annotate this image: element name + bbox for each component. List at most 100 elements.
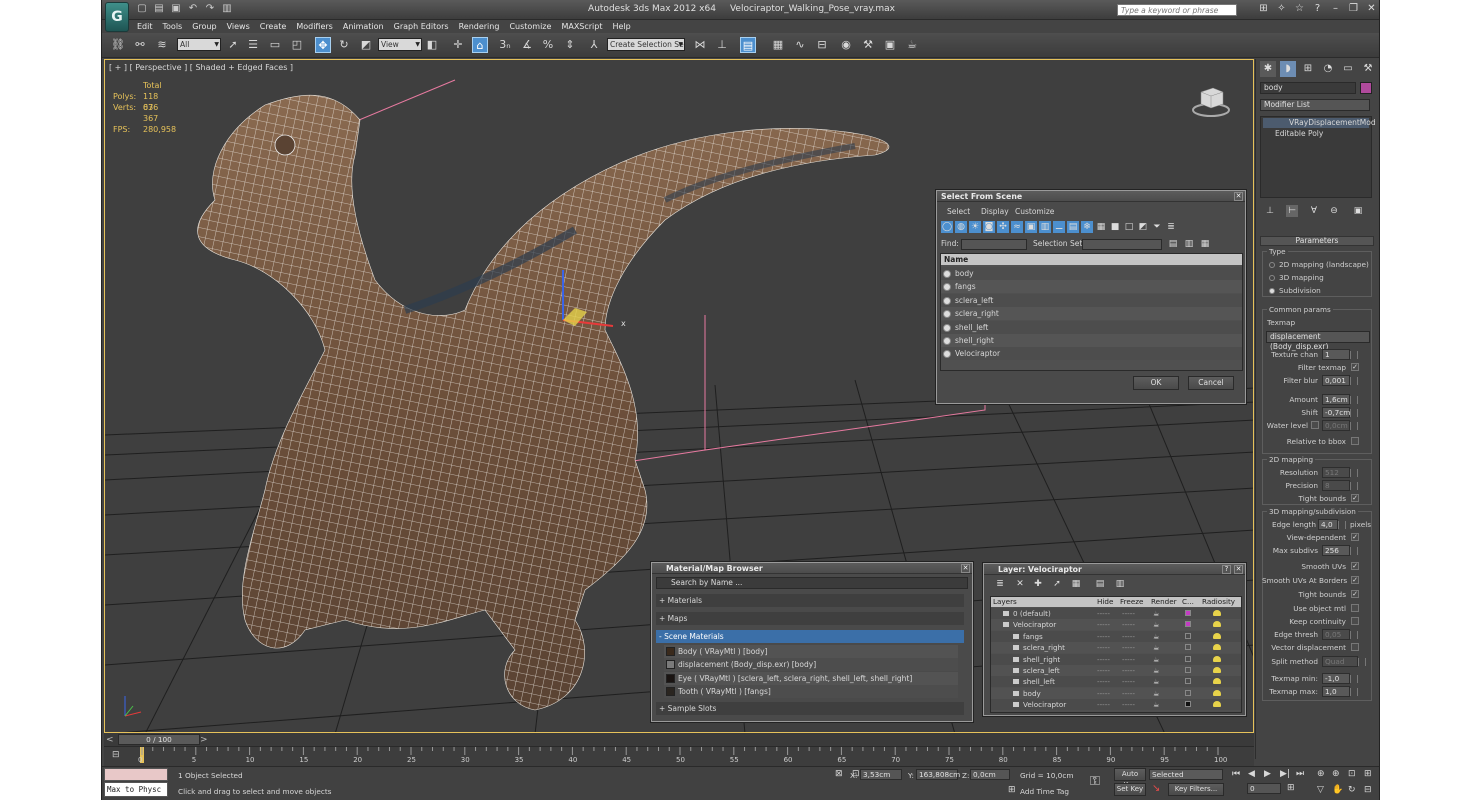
angle-snap-icon[interactable]: ∡ <box>519 37 535 53</box>
layer-row[interactable]: Velociraptor ----- ----- ☕ <box>991 619 1241 631</box>
col-color[interactable]: C... <box>1182 597 1194 607</box>
zoom-icon[interactable]: ⊕ <box>1317 769 1325 779</box>
time-configuration-icon[interactable]: ⊞ <box>1287 783 1295 793</box>
window-crossing-icon[interactable]: ◰ <box>289 37 305 53</box>
freeze-toggle[interactable]: ----- <box>1122 631 1135 642</box>
col-render[interactable]: Render <box>1151 597 1177 607</box>
select-by-name-icon[interactable]: ☰ <box>245 37 261 53</box>
zoom-extents-icon[interactable]: ⊡ <box>1348 769 1356 779</box>
help-icon[interactable]: ? <box>1312 3 1323 15</box>
radiosity-bulb-icon[interactable] <box>1213 644 1221 651</box>
pan-view-icon[interactable]: ✋ <box>1332 785 1343 795</box>
camera-filter-icon[interactable]: ◙ <box>983 221 995 233</box>
key-filters-button[interactable]: Key Filters... <box>1168 783 1224 796</box>
select-object-icon[interactable]: ➚ <box>225 37 241 53</box>
maximize-viewport-icon[interactable]: ⊟ <box>1364 785 1372 795</box>
amount-spinner[interactable]: 1,6cm <box>1322 394 1358 405</box>
layer-row[interactable]: sclera_right ----- ----- ☕ <box>991 642 1241 654</box>
rectangular-selection-icon[interactable]: ▭ <box>267 37 283 53</box>
help-icon[interactable]: ? <box>1222 565 1231 574</box>
layer-row[interactable]: sclera_left ----- ----- ☕ <box>991 665 1241 676</box>
show-end-result-icon[interactable]: ⊢ <box>1286 205 1298 217</box>
radiosity-bulb-icon[interactable] <box>1213 689 1221 696</box>
split-method-dropdown[interactable]: Quad <box>1322 656 1366 667</box>
track-bar[interactable]: ⊟ 0 5 10 15 20 25 30 35 40 45 50 55 60 65 70 75 80 85 90 95… <box>104 746 1254 766</box>
menu-graph-editors[interactable]: Graph Editors <box>389 20 454 33</box>
freeze-toggle[interactable]: ----- <box>1122 688 1135 699</box>
orbit-icon[interactable]: ↻ <box>1348 785 1356 795</box>
layer-color-swatch[interactable] <box>1185 644 1191 651</box>
render-setup-icon[interactable]: ⚒ <box>860 37 876 53</box>
layer-explorer-icon[interactable]: ▤ <box>740 37 756 53</box>
filter-icon[interactable]: ⏷ <box>1151 221 1163 233</box>
radio-2d-mapping[interactable] <box>1269 262 1275 268</box>
graphite-toolbar-icon[interactable]: ▦ <box>770 37 786 53</box>
freeze-toggle[interactable]: ----- <box>1122 676 1135 687</box>
col-layers[interactable]: Layers <box>993 597 1017 607</box>
max-subdivs-spinner[interactable]: 256 <box>1322 545 1358 556</box>
find-input[interactable] <box>961 239 1027 250</box>
helper-filter-icon[interactable]: ✣ <box>997 221 1009 233</box>
tight-bounds-3d-checkbox[interactable]: ✓ <box>1351 590 1359 598</box>
create-tab-icon[interactable]: ✱ <box>1260 61 1276 77</box>
selection-lock-icon[interactable]: ⊠ <box>835 769 843 779</box>
add-time-tag-button[interactable]: Add Time Tag <box>1020 787 1069 796</box>
layer-row[interactable]: shell_left ----- ----- ☕ <box>991 676 1241 688</box>
layer-row[interactable]: body ----- ----- ☕ <box>991 687 1241 699</box>
edge-thresh-spinner[interactable]: 0,05 <box>1322 629 1358 640</box>
create-layer-icon[interactable]: ≣ <box>994 578 1006 590</box>
viewcube[interactable] <box>1191 80 1231 120</box>
layer-row[interactable]: shell_right ----- ----- ☕ <box>991 653 1241 665</box>
view-dependent-checkbox[interactable]: ✓ <box>1351 533 1359 541</box>
time-tag-icon[interactable]: ⊞ <box>1008 785 1016 795</box>
object-name-field[interactable]: body <box>1260 82 1356 94</box>
layer-color-swatch[interactable] <box>1185 655 1191 662</box>
menu-tools[interactable]: Tools <box>158 20 188 33</box>
freeze-toggle[interactable]: ----- <box>1122 699 1135 710</box>
render-teapot-icon[interactable]: ☕ <box>1153 619 1159 630</box>
configure-modifier-sets-icon[interactable]: ▣ <box>1352 205 1364 217</box>
goto-start-icon[interactable]: ⏮ <box>1232 769 1240 779</box>
menu-customize[interactable]: Customize <box>504 20 556 33</box>
freeze-toggle[interactable]: ----- <box>1122 619 1135 630</box>
render-teapot-icon[interactable]: ☕ <box>1153 642 1159 653</box>
sfs-menu-select[interactable]: Select <box>947 205 970 218</box>
maps-section[interactable]: + Maps <box>656 612 964 625</box>
layer-row[interactable]: Velociraptor ----- ----- ☕ <box>991 699 1241 711</box>
scene-material-row[interactable]: Tooth ( VRayMtl ) [fangs] <box>664 685 958 699</box>
curve-editor-icon[interactable]: ∿ <box>792 37 808 53</box>
hide-toggle[interactable]: ----- <box>1097 665 1110 676</box>
radio-3d-mapping[interactable] <box>1269 275 1275 281</box>
xref-filter-icon[interactable]: ▥ <box>1039 221 1051 233</box>
motion-tab-icon[interactable]: ◔ <box>1320 61 1336 77</box>
freeze-toggle[interactable]: ----- <box>1122 642 1135 653</box>
freeze-toggle[interactable]: ----- <box>1122 665 1135 676</box>
next-key-icon[interactable]: ▶| <box>1280 769 1290 779</box>
application-button[interactable]: G <box>105 2 129 32</box>
freeze-toggle[interactable]: ----- <box>1122 608 1135 619</box>
radio-subdivision[interactable] <box>1269 288 1275 294</box>
modifier-list-dropdown[interactable]: Modifier List <box>1260 99 1370 111</box>
scene-material-row[interactable]: Body ( VRayMtl ) [body] <box>664 645 958 658</box>
time-slider[interactable]: < 0 / 100 > <box>104 733 1254 746</box>
select-manipulate-icon[interactable]: ✛ <box>450 37 466 53</box>
selection-filter-dropdown[interactable]: All <box>177 38 221 51</box>
named-selection-set-dropdown[interactable]: Create Selection Se <box>607 38 685 51</box>
col-hide[interactable]: Hide <box>1097 597 1113 607</box>
viewport-label-menu[interactable]: [ + ] [ Perspective ] [ Shaded + Edged F… <box>109 63 293 72</box>
select-all-icon[interactable]: ■ <box>1109 221 1121 233</box>
scene-material-row[interactable]: Eye ( VRayMtl ) [sclera_left, sclera_rig… <box>664 671 958 685</box>
schematic-view-icon[interactable]: ⊟ <box>814 37 830 53</box>
layer-color-swatch[interactable] <box>1185 689 1191 696</box>
display-tab-icon[interactable]: ▭ <box>1340 61 1356 77</box>
make-unique-icon[interactable]: ∀ <box>1308 205 1320 217</box>
smooth-uvs-borders-checkbox[interactable]: ✓ <box>1351 576 1359 584</box>
hide-toggle[interactable]: ----- <box>1097 654 1110 665</box>
layer-color-swatch[interactable] <box>1185 701 1191 708</box>
zoom-extents-all-icon[interactable]: ⊞ <box>1364 769 1372 779</box>
hide-toggle[interactable]: ----- <box>1097 676 1110 687</box>
layer-color-swatch[interactable] <box>1185 678 1191 685</box>
scene-materials-section[interactable]: - Scene Materials <box>656 630 964 643</box>
hierarchy-tab-icon[interactable]: ⊞ <box>1300 61 1316 77</box>
maxscript-listener-pink[interactable] <box>104 768 168 781</box>
